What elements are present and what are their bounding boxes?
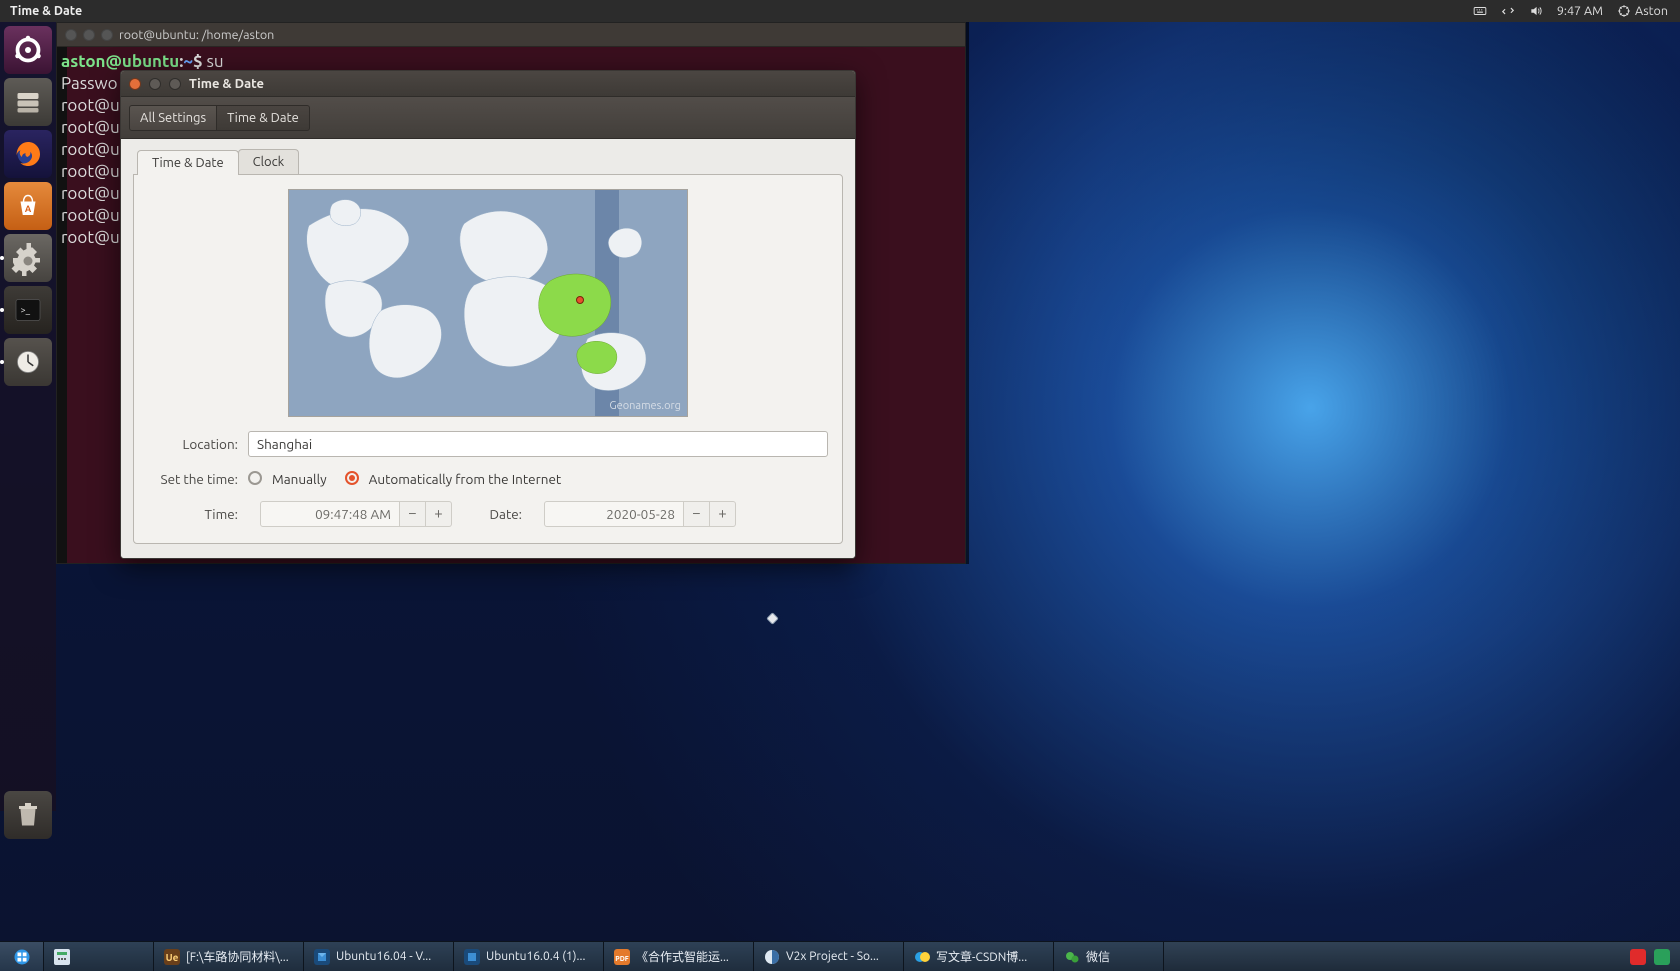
tab-panel-time-and-date: Geonames.org Location: Set the time: Man… <box>133 174 843 544</box>
terminal-prompt-user: aston@ubuntu <box>61 52 179 71</box>
tab-time-and-date[interactable]: Time & Date <box>137 150 239 175</box>
time-date-settings-window[interactable]: Time & Date All Settings Time & Date Tim… <box>120 70 856 559</box>
launcher-trash[interactable] <box>4 791 52 839</box>
settings-titlebar[interactable]: Time & Date <box>121 71 855 97</box>
launcher-firefox[interactable] <box>4 130 52 178</box>
tray-ime-icon[interactable] <box>1630 949 1646 965</box>
taskbar-item[interactable]: Ubuntu16.04 - V... <box>304 942 454 971</box>
window-close-icon[interactable] <box>129 78 141 90</box>
date-value[interactable]: 2020-05-28 <box>544 501 684 527</box>
launcher-software[interactable]: A <box>4 182 52 230</box>
taskbar-item[interactable]: PDF 《合作式智能运... <box>604 942 754 971</box>
windows-tray[interactable] <box>1620 942 1680 971</box>
taskbar-item[interactable]: Ue [F:\车路协同材料\... <box>154 942 304 971</box>
time-label: Time: <box>148 506 238 522</box>
settings-tabs: Time & Date Clock <box>137 149 843 174</box>
launcher-settings[interactable] <box>4 234 52 282</box>
taskbar-item[interactable]: 写文章-CSDN博... <box>904 942 1054 971</box>
taskbar-item-label: 微信 <box>1086 948 1110 965</box>
window-maximize-icon[interactable] <box>169 78 181 90</box>
settings-toolbar: All Settings Time & Date <box>121 97 855 139</box>
tray-app-icon[interactable] <box>1654 949 1670 965</box>
svg-text:Ue: Ue <box>166 952 179 963</box>
taskbar-item-label: 《合作式智能运... <box>636 948 729 965</box>
taskbar-item-label: [F:\车路协同材料\... <box>186 948 289 965</box>
time-value[interactable]: 09:47:48 AM <box>260 501 400 527</box>
date-increment-button[interactable]: + <box>710 501 736 527</box>
taskbar-item-label: Ubuntu16.04 - V... <box>336 950 431 963</box>
all-settings-button[interactable]: All Settings <box>129 105 217 131</box>
radio-manually[interactable]: Manually <box>248 471 327 487</box>
launcher-trash-area <box>0 791 56 839</box>
svg-text:>_: >_ <box>21 305 31 315</box>
date-spinbox: 2020-05-28 − + <box>544 501 736 527</box>
taskbar-item-label: V2x Project - So... <box>786 950 879 963</box>
radio-automatically[interactable]: Automatically from the Internet <box>345 471 562 487</box>
taskbar-item[interactable]: V2x Project - So... <box>754 942 904 971</box>
svg-text:A: A <box>25 204 32 214</box>
network-indicator-icon[interactable] <box>1501 4 1515 18</box>
terminal-titlebar[interactable]: root@ubuntu: /home/aston <box>57 23 965 47</box>
session-indicator[interactable]: Aston <box>1617 4 1668 18</box>
timezone-map[interactable]: Geonames.org <box>288 189 688 417</box>
window-maximize-icon[interactable] <box>101 29 113 41</box>
time-decrement-button[interactable]: − <box>400 501 426 527</box>
time-spinbox: 09:47:48 AM − + <box>260 501 452 527</box>
taskbar-item[interactable]: 微信 <box>1054 942 1164 971</box>
set-time-label: Set the time: <box>148 471 238 487</box>
taskbar-item[interactable]: Ubuntu16.0.4 (1)... <box>454 942 604 971</box>
launcher-files[interactable] <box>4 78 52 126</box>
taskbar-item-label: Ubuntu16.0.4 (1)... <box>486 950 585 963</box>
taskbar-item-label: 写文章-CSDN博... <box>936 948 1027 965</box>
breadcrumb-current[interactable]: Time & Date <box>217 105 310 131</box>
windows-taskbar: Ue [F:\车路协同材料\... Ubuntu16.04 - V... Ubu… <box>0 941 1680 971</box>
taskbar-pinned-calculator[interactable] <box>44 942 154 971</box>
start-button[interactable] <box>0 942 44 971</box>
date-decrement-button[interactable]: − <box>684 501 710 527</box>
svg-text:PDF: PDF <box>615 955 629 963</box>
window-close-icon[interactable] <box>65 29 77 41</box>
unity-launcher: A >_ <box>0 22 56 811</box>
location-input[interactable] <box>248 431 828 457</box>
location-label: Location: <box>148 436 238 452</box>
settings-title: Time & Date <box>189 77 264 91</box>
launcher-clock[interactable] <box>4 338 52 386</box>
tab-clock[interactable]: Clock <box>238 149 300 174</box>
date-label: Date: <box>474 506 522 522</box>
terminal-title: root@ubuntu: /home/aston <box>119 28 274 42</box>
launcher-terminal[interactable]: >_ <box>4 286 52 334</box>
window-minimize-icon[interactable] <box>83 29 95 41</box>
window-minimize-icon[interactable] <box>149 78 161 90</box>
launcher-dash[interactable] <box>4 26 52 74</box>
panel-clock[interactable]: 9:47 AM <box>1557 4 1603 18</box>
time-increment-button[interactable]: + <box>426 501 452 527</box>
panel-app-title: Time & Date <box>0 4 82 18</box>
top-panel: Time & Date 9:47 AM Aston <box>0 0 1680 22</box>
settings-content: Time & Date Clock <box>121 139 855 558</box>
map-credit: Geonames.org <box>609 400 681 412</box>
keyboard-indicator-icon[interactable] <box>1473 4 1487 18</box>
sound-indicator-icon[interactable] <box>1529 4 1543 18</box>
location-marker-icon <box>576 296 584 304</box>
panel-username: Aston <box>1635 4 1668 18</box>
